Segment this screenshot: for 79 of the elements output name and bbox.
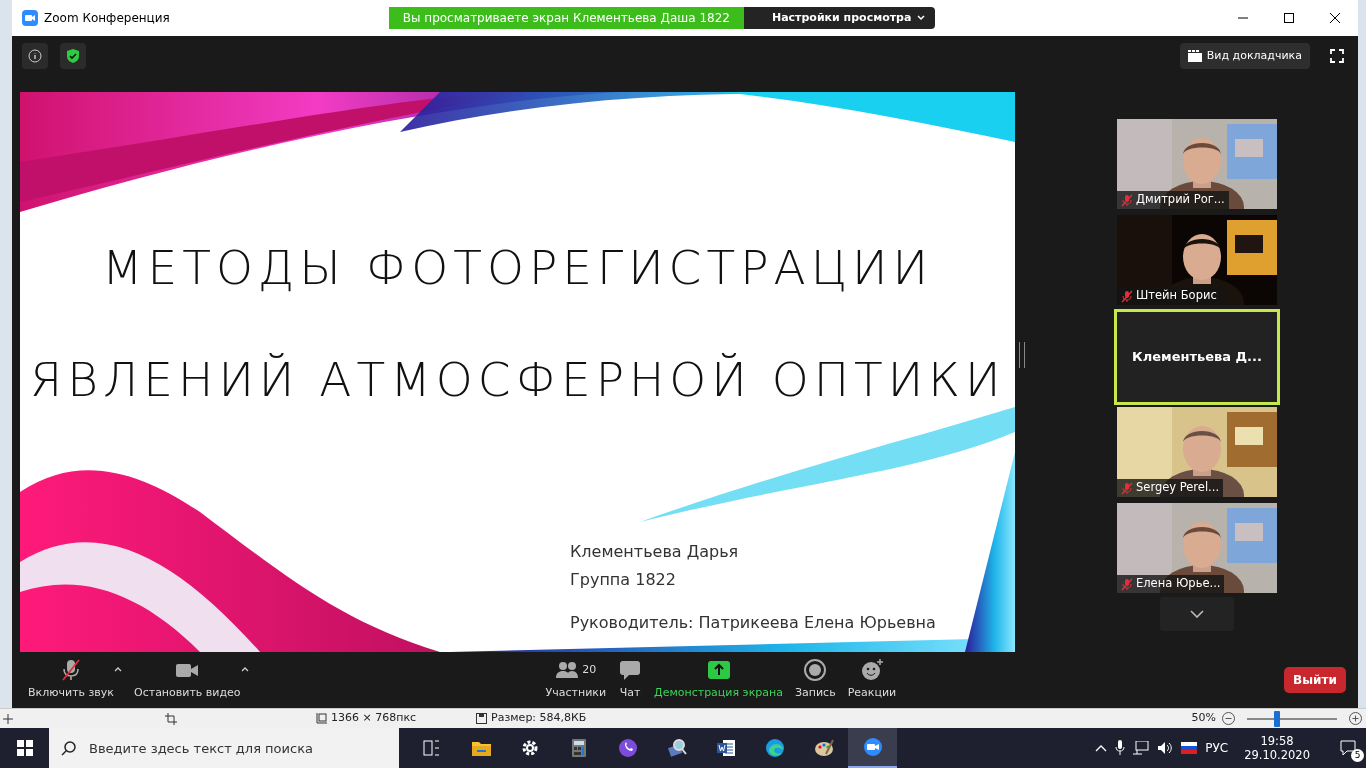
stop-video-button[interactable]: Остановить видео (128, 655, 247, 705)
panel-resize-handle[interactable] (1019, 342, 1025, 368)
options-caret-button[interactable] (114, 666, 122, 672)
share-banner: Вы просматриваете экран Клементьева Даша 1822 (388, 7, 744, 29)
slide-supervisor: Руководитель: Патрикеева Елена Юрьевна (570, 614, 936, 632)
chevron-down-icon (917, 15, 926, 21)
button-label: Демонстрация экрана (654, 685, 783, 702)
zoom-out-icon[interactable] (1222, 712, 1235, 725)
network-icon[interactable] (1133, 741, 1150, 755)
unmute-button[interactable]: Включить звук (22, 655, 120, 705)
button-label: Реакции (847, 685, 897, 702)
message-icon (1340, 740, 1356, 756)
button-label: Участники (545, 685, 607, 702)
zoom-in-icon[interactable] (1349, 712, 1362, 725)
slide-author-line: Группа 1822 (570, 571, 676, 589)
info-button[interactable] (22, 43, 48, 69)
speaker-icon[interactable] (1157, 741, 1174, 755)
reactions-button[interactable]: Реакции (841, 655, 903, 705)
document-icon (715, 738, 736, 758)
video-camera-icon (862, 737, 883, 757)
record-button[interactable]: Запись (788, 655, 842, 705)
chat-button[interactable]: Чат (612, 655, 649, 705)
smiley-icon (859, 658, 884, 683)
share-screen-button[interactable]: Демонстрация экрана (648, 655, 789, 705)
taskbar-clock[interactable]: 19:58 29.10.2020 (1244, 733, 1310, 763)
language-indicator[interactable]: РУС (1205, 739, 1229, 757)
slide-title: МЕТОДЫ ФОТОРЕГИСТРАЦИИ (100, 244, 935, 291)
button-label: Запись (794, 685, 836, 702)
leave-button[interactable]: Выйти (1284, 667, 1346, 693)
participant-name: Клементьева Д... (1132, 348, 1262, 367)
record-icon (803, 658, 828, 683)
caret-up-icon (114, 666, 122, 672)
taskbar-app-button[interactable] (848, 728, 897, 768)
participant-name: Елена Юрье... (1136, 575, 1221, 593)
camera-icon (22, 10, 38, 26)
select-size-icon (315, 712, 327, 725)
palette-icon (813, 738, 834, 758)
close-icon (1330, 13, 1340, 23)
task-view-icon (421, 738, 442, 758)
slide-author-line: Клементьева Дарья (570, 543, 739, 561)
magnifier-icon (666, 738, 687, 758)
chat-bubble-icon (618, 658, 643, 683)
options-caret-button[interactable] (240, 666, 249, 672)
maximize-icon (1284, 13, 1294, 23)
view-settings-button[interactable]: Настройки просмотра (743, 7, 936, 29)
search-field[interactable]: Введите здесь текст для поиска (49, 728, 399, 768)
speaker-view-button[interactable]: Вид докладчика (1179, 43, 1310, 69)
participant-name: Штейн Борис (1136, 287, 1217, 305)
zoom-percent: 50% (1191, 710, 1216, 727)
participants-button[interactable]: 20 Участники (539, 655, 613, 705)
microphone-icon[interactable] (1115, 740, 1126, 756)
search-icon (61, 740, 77, 756)
phone-bubble-icon (617, 738, 638, 758)
grid-icon (1187, 50, 1202, 62)
clock-time: 19:58 (1260, 733, 1294, 748)
browser-swirl-icon (764, 738, 785, 758)
participant-name: Дмитрий Рог... (1136, 191, 1225, 209)
flag-icon[interactable] (1181, 742, 1198, 754)
security-button[interactable] (60, 43, 86, 69)
info-icon (28, 49, 42, 63)
image-dimensions: 1366 × 768пкс (331, 710, 417, 727)
participant-name: Sergey Perel... (1136, 479, 1220, 497)
crop-icon (165, 712, 177, 725)
button-label: Чат (619, 685, 641, 702)
file-size: Размер: 584,8КБ (491, 710, 587, 727)
move-icon (3, 713, 13, 724)
participant-count: 20 (582, 662, 597, 678)
windows-icon (16, 740, 33, 756)
chevron-up-icon[interactable] (1095, 744, 1108, 752)
caret-up-icon (240, 666, 249, 672)
notification-count: 5 (1351, 749, 1364, 762)
clock-date: 29.10.2020 (1244, 748, 1310, 763)
button-label: Включить звук (28, 685, 114, 702)
window-title: Zoom Конференция (44, 10, 170, 27)
chevron-down-icon (1190, 610, 1204, 618)
notifications-button[interactable]: 5 (1330, 728, 1366, 768)
shield-icon (66, 48, 80, 64)
fullscreen-icon[interactable] (1330, 49, 1344, 63)
button-label: Остановить видео (134, 685, 241, 702)
